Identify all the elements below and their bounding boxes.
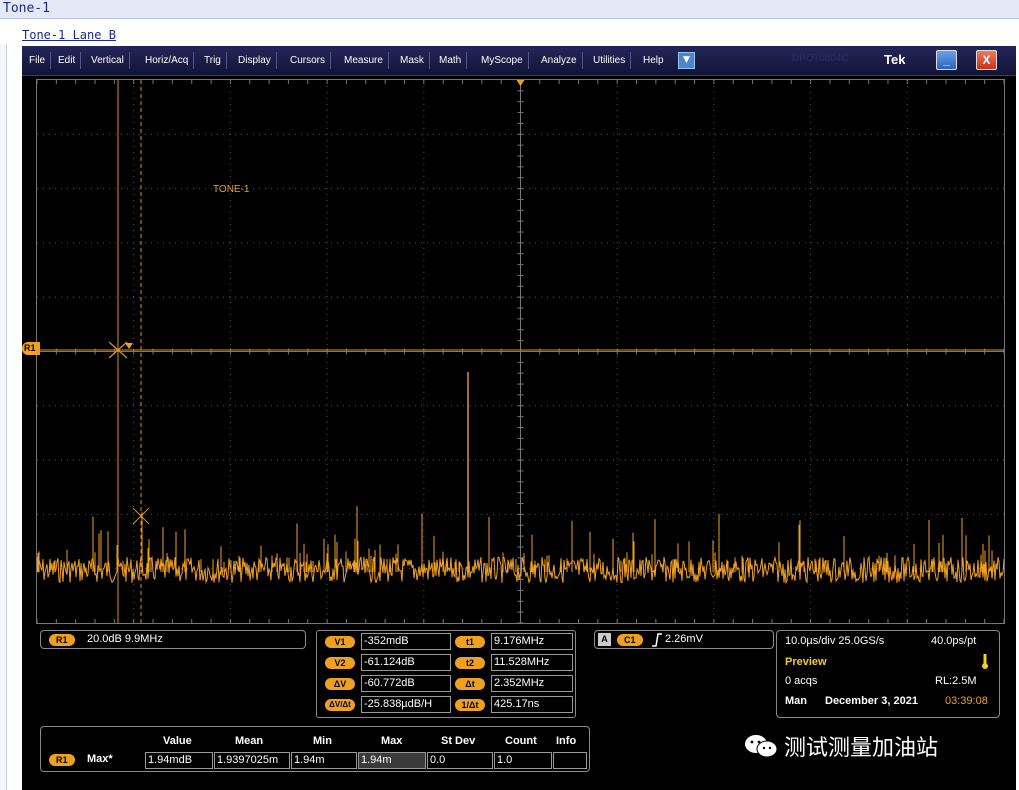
menu-measure[interactable]: Measure xyxy=(339,52,389,69)
t2-value: 11.528MHz xyxy=(491,654,573,671)
measure-max: 1.94m xyxy=(358,752,426,769)
cursor-marker xyxy=(125,343,133,349)
graticule: TONE-1 xyxy=(36,79,1005,624)
wechat-icon xyxy=(745,735,778,758)
trigger-panel[interactable]: A C1 2.26mV xyxy=(594,630,774,649)
measure-header-value: Value xyxy=(163,735,192,747)
reference-marker[interactable]: R1 xyxy=(22,342,40,355)
menu-mask[interactable]: Mask xyxy=(395,52,430,69)
t1-value: 9.176MHz xyxy=(491,633,573,650)
acq-date: December 3, 2021 xyxy=(825,695,918,707)
tek-logo: Tek xyxy=(884,52,906,67)
menu-trig[interactable]: Trig xyxy=(199,52,227,69)
measure-name: Max* xyxy=(87,753,113,765)
dv-value: -60.772dB xyxy=(361,675,451,692)
menu-dropdown-icon[interactable]: ▼ xyxy=(678,52,695,69)
window-title-bar: Tone-1 xyxy=(0,0,1019,19)
measurement-panel[interactable]: Value Mean Min Max St Dev Count Info R1 … xyxy=(40,726,590,772)
trigger-mode: Man xyxy=(785,695,807,707)
measure-min: 1.94m xyxy=(291,752,357,769)
v2-badge: V2 xyxy=(325,657,355,669)
v2-value: -61.124dB xyxy=(361,654,451,671)
oscilloscope-window: File Edit Vertical Horiz/Acq Trig Displa… xyxy=(22,46,1016,790)
trigger-channel-badge: C1 xyxy=(617,634,643,646)
minimize-button[interactable]: _ xyxy=(936,50,957,70)
measure-count: 1.0 xyxy=(494,752,552,769)
close-button[interactable]: X xyxy=(976,50,997,70)
menu-cursors[interactable]: Cursors xyxy=(285,52,332,69)
timebase: 10.0µs/div 25.0GS/s xyxy=(785,635,885,647)
lane-bar: Tone-1 Lane B xyxy=(0,19,1019,44)
measure-value: 1.94mdB xyxy=(145,752,213,769)
measure-header-info: Info xyxy=(556,735,577,747)
inv-dt-badge: 1/Δt xyxy=(455,699,485,711)
cursor-readout-panel[interactable]: V1 -352mdB V2 -61.124dB ΔV -60.772dB ΔV/… xyxy=(316,630,576,718)
trigger-a-badge: A xyxy=(598,633,611,646)
acq-count: 0 acqs xyxy=(785,675,818,687)
ref-info-panel[interactable]: R1 20.0dB 9.9MHz xyxy=(40,630,306,649)
menu-math[interactable]: Math xyxy=(434,52,468,69)
record-length: RL:2.5M xyxy=(935,675,977,687)
measure-stdev: 0.0 xyxy=(427,752,493,769)
menu-file[interactable]: File xyxy=(24,52,52,69)
acquisition-panel[interactable]: 10.0µs/div 25.0GS/s 40.0ps/pt Preview 0 … xyxy=(776,630,1000,718)
trigger-position-marker xyxy=(516,80,525,86)
menu-display[interactable]: Display xyxy=(233,52,277,69)
measure-header-max: Max xyxy=(381,735,403,747)
menu-help[interactable]: Help xyxy=(638,52,669,69)
measure-source-badge: R1 xyxy=(49,754,75,766)
ref-scale: 20.0dB 9.9MHz xyxy=(87,633,163,645)
thermometer-icon xyxy=(982,654,988,669)
model-name: DPO70804C xyxy=(792,53,849,64)
t1-badge: t1 xyxy=(455,636,485,648)
dt-value: 2.352MHz xyxy=(491,675,573,692)
waveform-label: TONE-1 xyxy=(213,184,250,195)
measure-mean: 1.9397025m xyxy=(214,752,290,769)
acq-time: 03:39:08 xyxy=(945,695,988,707)
inv-dt-value: 425.17ns xyxy=(491,696,573,713)
menu-vertical[interactable]: Vertical xyxy=(86,52,130,69)
time-per-point: 40.0ps/pt xyxy=(931,635,977,647)
v1-badge: V1 xyxy=(325,636,355,648)
menu-analyze[interactable]: Analyze xyxy=(536,52,583,69)
left-border xyxy=(0,19,7,790)
menu-bar: File Edit Vertical Horiz/Acq Trig Displa… xyxy=(22,46,1016,76)
dvdt-badge: ΔV/Δt xyxy=(325,699,355,711)
lane-link[interactable]: Tone-1 Lane B xyxy=(22,28,116,42)
t2-badge: t2 xyxy=(455,657,485,669)
menu-myscope[interactable]: MyScope xyxy=(476,52,529,69)
dt-badge: Δt xyxy=(455,678,485,690)
menu-horiz-acq[interactable]: Horiz/Acq xyxy=(140,52,195,69)
measure-header-mean: Mean xyxy=(235,735,264,747)
measure-header-count: Count xyxy=(505,735,537,747)
watermark-text: 测试测量加油站 xyxy=(784,736,939,761)
ref-badge: R1 xyxy=(49,634,75,646)
waveform-plot xyxy=(37,80,1004,623)
dv-badge: ΔV xyxy=(325,678,355,690)
v1-value: -352mdB xyxy=(361,633,451,650)
window-title: Tone-1 xyxy=(3,1,50,16)
acq-mode: Preview xyxy=(785,656,827,668)
measure-info xyxy=(553,752,587,769)
menu-edit[interactable]: Edit xyxy=(53,52,82,69)
rising-edge-icon xyxy=(652,633,662,647)
menu-utilities[interactable]: Utilities xyxy=(588,52,632,69)
dvdt-value: -25.838µdB/H xyxy=(361,696,451,713)
measure-header-stdev: St Dev xyxy=(441,735,476,747)
measure-header-min: Min xyxy=(313,735,332,747)
trigger-level: 2.26mV xyxy=(665,633,703,645)
